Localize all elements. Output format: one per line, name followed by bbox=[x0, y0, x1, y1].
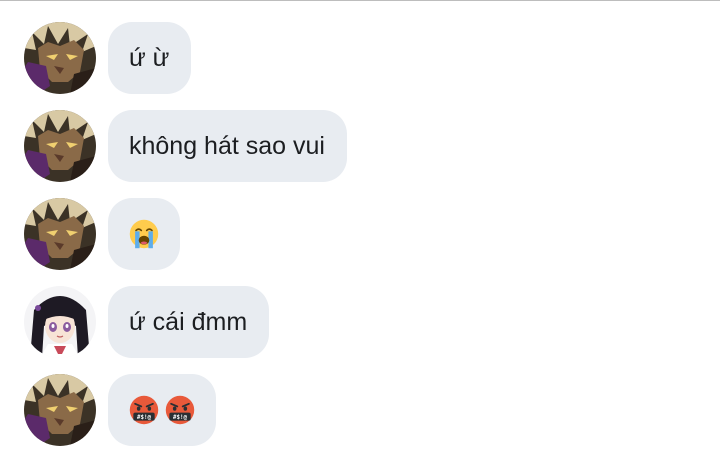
message-thread[interactable]: ứ ừ không hát sao vui ứ cái đmm bbox=[0, 0, 720, 455]
avatar-image bbox=[24, 374, 96, 446]
avatar-image bbox=[24, 110, 96, 182]
loudly-crying-face-icon bbox=[128, 218, 160, 250]
message-row bbox=[24, 374, 704, 446]
message-text: ứ cái đmm bbox=[129, 308, 248, 336]
message-row: ứ ừ bbox=[24, 22, 704, 94]
avatar-image bbox=[24, 22, 96, 94]
message-row: không hát sao vui bbox=[24, 110, 704, 182]
avatar-image bbox=[24, 198, 96, 270]
message-bubble[interactable]: không hát sao vui bbox=[108, 110, 347, 182]
avatar[interactable] bbox=[24, 286, 96, 358]
message-row: ứ cái đmm bbox=[24, 286, 704, 358]
avatar[interactable] bbox=[24, 22, 96, 94]
face-with-symbols-on-mouth-icon bbox=[128, 394, 160, 426]
message-row bbox=[24, 198, 704, 270]
avatar[interactable] bbox=[24, 110, 96, 182]
emoji-message-bubble[interactable] bbox=[108, 198, 180, 270]
face-with-symbols-on-mouth-icon bbox=[164, 394, 196, 426]
message-text: ứ ừ bbox=[129, 44, 170, 72]
message-text: không hát sao vui bbox=[129, 132, 325, 160]
avatar-image bbox=[24, 286, 96, 358]
avatar[interactable] bbox=[24, 198, 96, 270]
message-bubble[interactable]: ứ cái đmm bbox=[108, 286, 270, 358]
emoji-message-bubble[interactable] bbox=[108, 374, 216, 446]
avatar[interactable] bbox=[24, 374, 96, 446]
message-bubble[interactable]: ứ ừ bbox=[108, 22, 192, 94]
